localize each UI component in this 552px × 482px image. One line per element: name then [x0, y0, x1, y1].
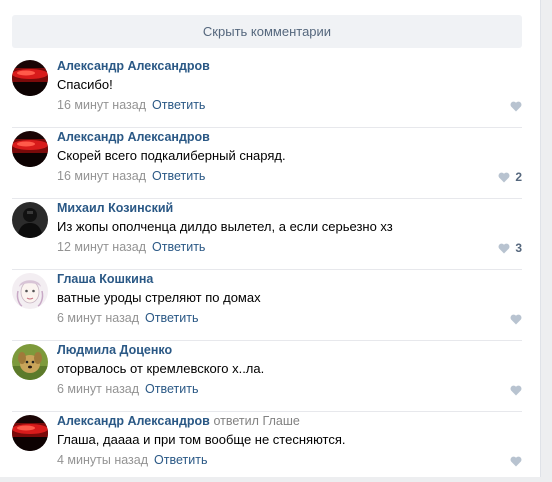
author-name[interactable]: Глаша Кошкина	[57, 272, 153, 286]
like-button[interactable]: 3	[498, 240, 522, 256]
avatar[interactable]	[12, 415, 48, 451]
heart-icon	[510, 385, 522, 395]
avatar[interactable]	[12, 202, 48, 238]
avatar[interactable]	[12, 344, 48, 380]
author-name[interactable]: Михаил Козинский	[57, 201, 173, 215]
drawn-face-avatar-icon	[12, 273, 48, 309]
author-name[interactable]: Александр Александров	[57, 59, 210, 73]
comment-item: Глаша Кошкина ватные уроды стреляют по д…	[12, 269, 522, 341]
comment-meta: 6 минут назад Ответить	[57, 382, 198, 396]
comment-text: Спасибо!	[57, 77, 113, 92]
comment-meta: 16 минут назад Ответить	[57, 98, 205, 112]
reply-link[interactable]: Ответить	[152, 98, 205, 112]
like-count: 3	[515, 241, 522, 255]
replied-label: ответил	[213, 414, 259, 428]
author-name[interactable]: Александр Александров	[57, 414, 210, 428]
comment-time[interactable]: 4 минуты назад	[57, 453, 148, 467]
comment-meta: 12 минут назад Ответить	[57, 240, 205, 254]
comment-item: Александр Александров Скорей всего подка…	[12, 127, 522, 199]
heart-icon	[498, 243, 510, 253]
like-count: 2	[515, 170, 522, 184]
comment-text: ватные уроды стреляют по домах	[57, 290, 261, 305]
hide-comments-button[interactable]: Скрыть комментарии	[12, 15, 522, 48]
comment-meta: 6 минут назад Ответить	[57, 311, 198, 325]
comment-meta: 4 минуты назад Ответить	[57, 453, 207, 467]
reply-link[interactable]: Ответить	[145, 311, 198, 325]
heart-icon	[510, 456, 522, 466]
comment-time[interactable]: 12 минут назад	[57, 240, 146, 254]
comment-time[interactable]: 6 минут назад	[57, 382, 139, 396]
comment-item: Александр Александров Спасибо! 16 минут …	[12, 56, 522, 128]
comment-author: Александр Александров	[57, 129, 210, 144]
comment-item: Александр Александров ответил Глаше Глаш…	[12, 411, 522, 482]
heart-icon	[498, 172, 510, 182]
comment-meta: 16 минут назад Ответить	[57, 169, 205, 183]
comment-author: Александр Александров	[57, 58, 210, 73]
like-button[interactable]	[510, 311, 522, 327]
comment-time[interactable]: 16 минут назад	[57, 169, 146, 183]
comment-text: оторвалось от кремлевского х..ла.	[57, 361, 265, 376]
comment-text: Из жопы ополченца дилдо вылетел, а если …	[57, 219, 393, 234]
reply-link[interactable]: Ответить	[152, 240, 205, 254]
reply-link[interactable]: Ответить	[145, 382, 198, 396]
replied-to-link[interactable]: Глаше	[263, 414, 300, 428]
comment-text: Глаша, даааа и при том вообще не стесняю…	[57, 432, 346, 447]
like-button[interactable]: 2	[498, 169, 522, 185]
author-name[interactable]: Александр Александров	[57, 130, 210, 144]
comment-item: Михаил Козинский Из жопы ополченца дилдо…	[12, 198, 522, 270]
comment-text: Скорей всего подкалиберный снаряд.	[57, 148, 286, 163]
red-sunset-avatar-icon	[12, 131, 48, 167]
comment-author: Людмила Доценко	[57, 342, 172, 357]
comment-author: Александр Александров ответил Глаше	[57, 413, 300, 428]
author-name[interactable]: Людмила Доценко	[57, 343, 172, 357]
heart-icon	[510, 101, 522, 111]
reply-link[interactable]: Ответить	[154, 453, 207, 467]
dog-photo-avatar-icon	[12, 344, 48, 380]
comment-author: Глаша Кошкина	[57, 271, 153, 286]
red-sunset-avatar-icon	[12, 60, 48, 96]
comments-card: Скрыть комментарии Александр Александров…	[0, 0, 541, 477]
dark-figure-avatar-icon	[12, 202, 48, 238]
avatar[interactable]	[12, 131, 48, 167]
heart-icon	[510, 314, 522, 324]
reply-link[interactable]: Ответить	[152, 169, 205, 183]
comment-time[interactable]: 6 минут назад	[57, 311, 139, 325]
like-button[interactable]	[510, 453, 522, 469]
red-sunset-avatar-icon	[12, 415, 48, 451]
like-button[interactable]	[510, 98, 522, 114]
avatar[interactable]	[12, 60, 48, 96]
like-button[interactable]	[510, 382, 522, 398]
comment-item: Людмила Доценко оторвалось от кремлевско…	[12, 340, 522, 412]
comment-author: Михаил Козинский	[57, 200, 173, 215]
comment-time[interactable]: 16 минут назад	[57, 98, 146, 112]
avatar[interactable]	[12, 273, 48, 309]
